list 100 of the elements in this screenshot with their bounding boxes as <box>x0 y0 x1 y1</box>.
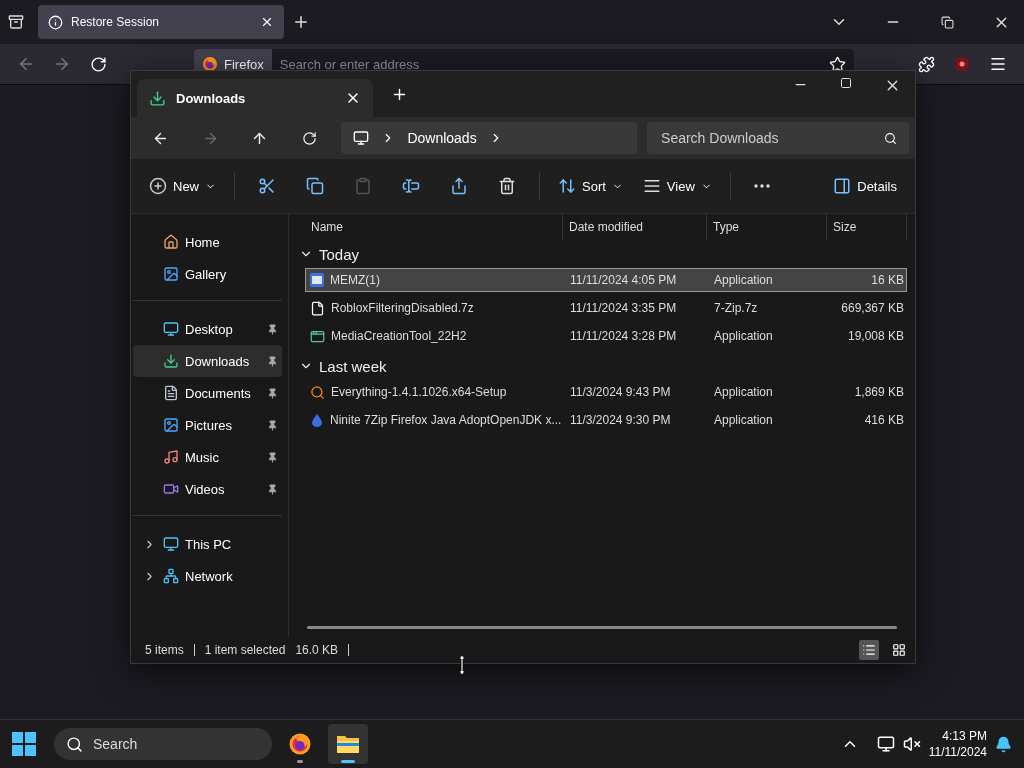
document-icon <box>163 385 179 401</box>
group-header[interactable]: Last week <box>297 352 907 380</box>
sort-icon <box>558 177 576 195</box>
breadcrumb-item[interactable]: Downloads <box>407 130 477 146</box>
breadcrumb-bar[interactable]: Downloads <box>341 122 638 154</box>
copy-icon <box>306 177 324 195</box>
file-name: Ninite 7Zip Firefox Java AdoptOpenJDK x... <box>330 413 562 427</box>
search-box[interactable]: Search Downloads <box>647 122 909 154</box>
volume-muted-icon[interactable] <box>902 735 921 753</box>
sidebar-item[interactable]: Gallery <box>133 258 282 290</box>
item-count: 5 items <box>145 643 184 657</box>
rename-icon <box>402 177 420 195</box>
type-cell-text: Application <box>713 385 774 399</box>
fox-logo-icon <box>202 56 218 72</box>
list-icon <box>862 643 876 657</box>
file-name: Everything-1.4.1.1026.x64-Setup <box>331 385 507 399</box>
star-icon[interactable] <box>829 55 846 73</box>
picture-icon <box>163 266 179 282</box>
search-field[interactable]: Search Downloads <box>659 129 884 147</box>
forward-icon[interactable] <box>53 55 71 73</box>
date-cell-text: 11/3/2024 9:43 PM <box>569 385 672 399</box>
type-cell-text: Application <box>713 273 774 287</box>
selection-info: 1 item selected <box>204 643 286 657</box>
new-tab-icon[interactable] <box>292 13 310 31</box>
new-tab-icon[interactable] <box>391 86 408 103</box>
explorer-tab[interactable]: Downloads <box>137 79 373 117</box>
file-row[interactable]: MEMZ(1) 11/11/2024 4:05 PM Application 16 KB <box>305 268 907 292</box>
details-view-button[interactable] <box>859 640 879 660</box>
reload-icon[interactable] <box>89 55 107 73</box>
sidebar-item[interactable]: Videos <box>133 473 282 505</box>
size-cell-text: 669,367 KB <box>840 301 905 315</box>
sidebar-item[interactable]: Home <box>133 226 282 258</box>
sidebar-item[interactable]: Downloads <box>133 345 282 377</box>
file-name: RobloxFilteringDisabled.7z <box>331 301 474 315</box>
file-name: MEMZ(1) <box>330 273 380 287</box>
sort-button[interactable]: Sort <box>550 168 631 204</box>
size-cell-text: 19,008 KB <box>846 329 905 343</box>
more-icon <box>753 184 770 188</box>
tab-list-icon[interactable] <box>8 14 24 30</box>
type-cell-text: 7-Zip.7z <box>713 301 759 315</box>
monitor-icon <box>163 536 179 552</box>
column-header[interactable]: Type <box>707 214 827 240</box>
date-cell-text: 11/11/2024 3:35 PM <box>569 301 678 315</box>
taskbar-search-box[interactable]: Search <box>54 728 272 760</box>
video-icon <box>163 481 179 497</box>
network-status-icon[interactable] <box>876 735 895 753</box>
type-cell-text: Application <box>713 329 774 343</box>
column-header[interactable]: Date modified <box>563 214 707 240</box>
column-header[interactable]: Name <box>305 214 563 240</box>
shield-icon[interactable] <box>954 56 970 72</box>
clock[interactable]: 4:13 PM 11/11/2024 <box>928 728 987 760</box>
sidebar-item[interactable]: Music <box>133 441 282 473</box>
search-icon <box>66 735 83 753</box>
date-cell-text: 11/3/2024 9:30 PM <box>569 413 672 427</box>
download-icon <box>149 89 166 107</box>
start-icon[interactable] <box>12 732 36 756</box>
maximize-icon[interactable] <box>840 77 852 89</box>
size-cell-text: 1,869 KB <box>853 385 905 399</box>
picture-icon <box>163 417 179 433</box>
file-row[interactable]: MediaCreationTool_22H2 11/11/2024 3:28 PM Application 19,008 KB <box>305 324 907 348</box>
search-field[interactable]: Search <box>91 735 245 753</box>
view-button[interactable]: View <box>634 168 720 204</box>
notification-icon[interactable] <box>995 735 1012 753</box>
file-row[interactable]: Ninite 7Zip Firefox Java AdoptOpenJDK x... 11/3/2024 9:30 PM Application 416 KB <box>305 408 907 432</box>
download-icon <box>163 353 179 369</box>
group-header[interactable]: Today <box>297 240 907 268</box>
panel-icon <box>833 177 852 195</box>
magnifier-icon <box>310 384 325 400</box>
explorer-taskbar-button[interactable] <box>328 724 368 764</box>
sidebar-item[interactable]: Desktop <box>133 313 282 345</box>
column-header[interactable]: Size <box>827 214 907 240</box>
fox-logo-icon <box>288 732 312 756</box>
address-field[interactable]: Search or enter address <box>271 55 829 73</box>
app-window-icon <box>310 273 324 287</box>
monitor-icon <box>353 130 370 146</box>
browser-tab[interactable]: Restore Session <box>38 5 284 39</box>
grid-icon <box>892 643 906 657</box>
sidebar-item[interactable]: Documents <box>133 377 282 409</box>
puzzle-icon[interactable] <box>917 55 935 73</box>
file-icon <box>310 300 325 316</box>
search-icon <box>884 131 897 145</box>
lines-icon <box>642 177 661 195</box>
file-row[interactable]: Everything-1.4.1.1026.x64-Setup 11/3/2024 9:43 PM Application 1,869 KB <box>305 380 907 404</box>
sidebar-item[interactable]: Network <box>133 560 282 592</box>
date-cell-text: 11/11/2024 4:05 PM <box>569 273 678 287</box>
sidebar-item[interactable]: This PC <box>133 528 282 560</box>
folder-icon <box>336 733 360 755</box>
tab-title: Downloads <box>176 90 247 106</box>
restore-icon[interactable] <box>940 15 954 29</box>
file-row[interactable]: RobloxFilteringDisabled.7z 11/11/2024 3:35 PM 7-Zip.7z 669,367 KB <box>305 296 907 320</box>
date-cell-text: 11/11/2024 3:28 PM <box>569 329 678 343</box>
close-icon[interactable] <box>260 15 274 29</box>
share-icon <box>450 177 468 195</box>
size-cell-text: 416 KB <box>863 413 905 427</box>
new-button[interactable]: New <box>141 168 224 204</box>
menu-icon[interactable] <box>989 55 1007 73</box>
selection-size: 16.0 KB <box>295 643 339 657</box>
details-button[interactable]: Details <box>825 168 905 204</box>
sidebar-item[interactable]: Pictures <box>133 409 282 441</box>
refresh-icon[interactable] <box>302 130 318 146</box>
